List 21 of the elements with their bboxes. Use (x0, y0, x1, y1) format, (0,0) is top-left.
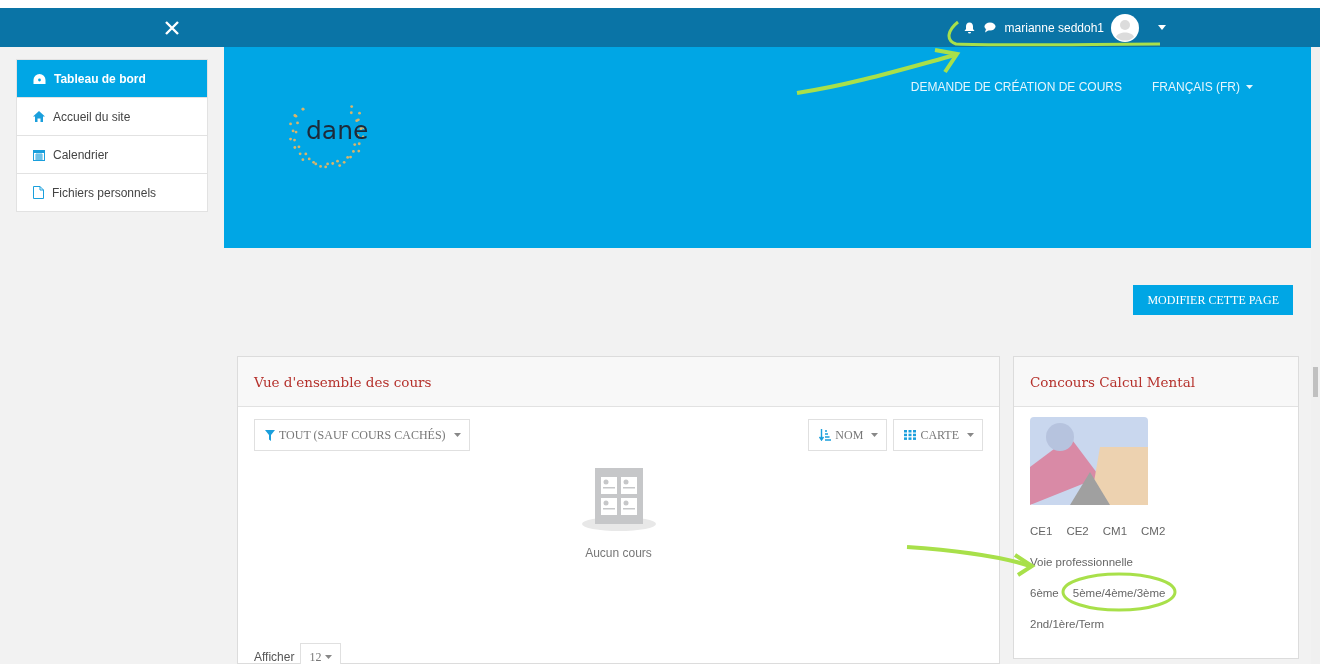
category-link[interactable]: CM2 (1141, 524, 1166, 537)
sidebar-item[interactable]: Accueil du site (17, 97, 207, 135)
category-link[interactable]: 5ème/4ème/3ème (1072, 586, 1166, 599)
sidebar-item[interactable]: Calendrier (17, 135, 207, 173)
category-link[interactable]: 6ème (1030, 586, 1059, 599)
card-title: Vue d'ensemble des cours (254, 373, 432, 390)
category-link[interactable]: CE2 (1066, 524, 1089, 537)
show-label: Afficher (254, 650, 295, 664)
category-link[interactable]: 2nd/1ère/Term (1030, 617, 1105, 630)
view-dropdown[interactable]: CARTE (893, 419, 983, 451)
category-link[interactable]: CM1 (1102, 524, 1128, 537)
empty-message: Aucun cours (585, 546, 652, 560)
user-name[interactable]: marianne seddoh1 (1004, 20, 1104, 35)
category-link[interactable]: Voie professionnelle (1030, 555, 1133, 568)
card-title: Concours Calcul Mental (1030, 373, 1196, 390)
page-size-dropdown[interactable]: 12 (300, 643, 342, 664)
logo-drawing: dane (284, 85, 419, 175)
category-link[interactable]: CE1 (1030, 524, 1053, 537)
sort-dropdown[interactable]: NOM (808, 419, 888, 451)
sidebar-item[interactable]: Fichiers personnels (17, 173, 207, 211)
filter-dropdown[interactable]: TOUT (SAUF COURS CACHÉS) (254, 419, 470, 451)
